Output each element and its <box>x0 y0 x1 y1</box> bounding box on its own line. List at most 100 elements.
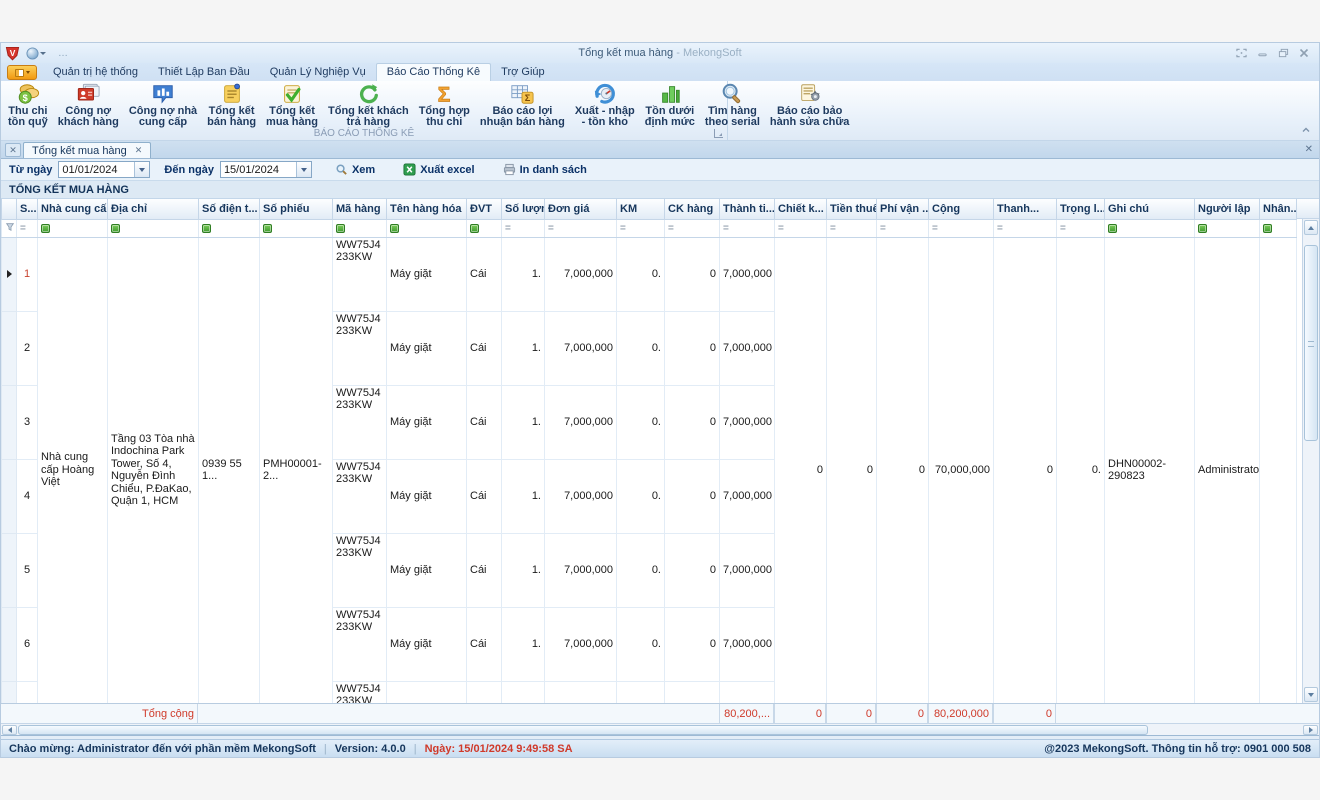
column-header-thanh_toan[interactable]: Thanh... <box>994 199 1057 219</box>
contains-filter-icon[interactable] <box>1108 224 1117 233</box>
fit-window-icon[interactable] <box>1236 48 1247 58</box>
cell-don_gia[interactable]: 7,000,000 <box>545 533 617 607</box>
filter-cell-nguoi_lap[interactable] <box>1195 219 1260 237</box>
filter-cell-so_dien_thoai[interactable] <box>199 219 260 237</box>
cell-ma-hang[interactable]: WW75J4233KW <box>333 607 387 681</box>
vertical-scrollbar[interactable] <box>1302 219 1319 703</box>
contains-filter-icon[interactable] <box>111 224 120 233</box>
scroll-up-button[interactable] <box>1304 220 1318 235</box>
filter-cell-ma_hang[interactable] <box>333 219 387 237</box>
cell-stt[interactable]: 4 <box>17 459 38 533</box>
cell-don_gia[interactable] <box>545 681 617 703</box>
column-header-chiet_khau[interactable]: Chiết k... <box>775 199 827 219</box>
row-indicator[interactable] <box>2 681 17 703</box>
tab-purchase-summary[interactable]: Tổng kết mua hàng ✕ <box>23 142 151 158</box>
from-date-input[interactable] <box>59 162 134 177</box>
contains-filter-icon[interactable] <box>390 224 399 233</box>
column-header-so_dien_thoai[interactable]: Số điện t... <box>199 199 260 219</box>
cell-km[interactable]: 0. <box>617 459 665 533</box>
to-date-input[interactable] <box>221 162 296 177</box>
column-header-cong[interactable]: Cộng <box>929 199 994 219</box>
cell-stt[interactable]: 6 <box>17 607 38 681</box>
cell-thanh_tien[interactable] <box>720 681 775 703</box>
equals-filter-icon[interactable]: = <box>668 223 674 234</box>
cell-ma-hang[interactable]: WW75J4233KW <box>333 459 387 533</box>
contains-filter-icon[interactable] <box>263 224 272 233</box>
cell-so_luong[interactable] <box>502 681 545 703</box>
row-indicator[interactable] <box>2 385 17 459</box>
column-header-ten_hang_hoa[interactable]: Tên hàng hóa <box>387 199 467 219</box>
cell-so_luong[interactable]: 1. <box>502 459 545 533</box>
column-header-don_gia[interactable]: Đơn giá <box>545 199 617 219</box>
equals-filter-icon[interactable]: = <box>505 223 511 234</box>
equals-filter-icon[interactable]: = <box>880 223 886 234</box>
tab-list-close-icon[interactable]: ✕ <box>5 143 21 157</box>
cell-ck_hang[interactable]: 0 <box>665 607 720 681</box>
filter-cell-thanh_toan[interactable]: = <box>994 219 1057 237</box>
column-header-dia_chi[interactable]: Địa chỉ <box>108 199 199 219</box>
cell-ma-hang[interactable]: WW75J4233KW <box>333 237 387 311</box>
cell-dvt[interactable]: Cái <box>467 385 502 459</box>
minimize-button[interactable] <box>1257 48 1268 58</box>
equals-filter-icon[interactable]: = <box>620 223 626 234</box>
column-header-nha_cung_cap[interactable]: Nhà cung cấp <box>38 199 108 219</box>
equals-filter-icon[interactable]: = <box>20 223 26 234</box>
column-header-nguoi_lap[interactable]: Người lập <box>1195 199 1260 219</box>
ribbon-button-0[interactable]: $Thu chitồn quỹ <box>3 81 53 128</box>
cell-km[interactable]: 0. <box>617 237 665 311</box>
dialog-launcher-icon[interactable] <box>714 129 723 138</box>
cell-stt[interactable]: 3 <box>17 385 38 459</box>
horizontal-scrollbar[interactable] <box>1 723 1319 736</box>
user-menu-button[interactable] <box>26 47 46 60</box>
cell-ma-hang[interactable]: WW75J4233KW <box>333 681 387 703</box>
cell-so_luong[interactable]: 1. <box>502 237 545 311</box>
ribbon-collapse-icon[interactable] <box>1301 125 1311 137</box>
filter-cell-nhan_vien[interactable] <box>1260 219 1297 237</box>
filter-cell-km[interactable]: = <box>617 219 665 237</box>
cell-dvt[interactable]: Cái <box>467 533 502 607</box>
equals-filter-icon[interactable]: = <box>830 223 836 234</box>
ribbon-button-10[interactable]: Tìm hàngtheo serial <box>700 81 765 128</box>
cell-nhan_vien[interactable] <box>1260 237 1297 703</box>
filter-cell-nha_cung_cap[interactable] <box>38 219 108 237</box>
to-date-dropdown-button[interactable] <box>296 162 311 177</box>
table-row[interactable]: 1Nhà cung cấp Hoàng ViệtTầng 03 Tòa nhà … <box>2 237 1297 311</box>
cell-dvt[interactable] <box>467 681 502 703</box>
cell-don_gia[interactable]: 7,000,000 <box>545 237 617 311</box>
from-date-dropdown-button[interactable] <box>134 162 149 177</box>
cell-stt[interactable]: 1 <box>17 237 38 311</box>
tab-close-icon[interactable]: ✕ <box>135 145 143 156</box>
cell-ck_hang[interactable]: 0 <box>665 237 720 311</box>
cell-km[interactable]: 0. <box>617 385 665 459</box>
contains-filter-icon[interactable] <box>41 224 50 233</box>
cell-thanh_tien[interactable]: 7,000,000 <box>720 385 775 459</box>
cell-ck_hang[interactable]: 0 <box>665 459 720 533</box>
column-header-tien_thue[interactable]: Tiền thuế <box>827 199 877 219</box>
cell-thanh_tien[interactable]: 7,000,000 <box>720 311 775 385</box>
equals-filter-icon[interactable]: = <box>778 223 784 234</box>
filter-cell-tien_thue[interactable]: = <box>827 219 877 237</box>
restore-button[interactable] <box>1278 48 1289 58</box>
cell-thanh_tien[interactable]: 7,000,000 <box>720 459 775 533</box>
cell-don_gia[interactable]: 7,000,000 <box>545 459 617 533</box>
ribbon-button-7[interactable]: ΣBáo cáo lợinhuận bán hàng <box>475 81 570 128</box>
cell-ten-hang-hoa[interactable] <box>387 681 467 703</box>
scroll-down-button[interactable] <box>1304 687 1318 702</box>
contains-filter-icon[interactable] <box>1198 224 1207 233</box>
export-excel-button[interactable]: Xuất excel <box>396 161 481 178</box>
filter-cell-ck_hang[interactable]: = <box>665 219 720 237</box>
contains-filter-icon[interactable] <box>336 224 345 233</box>
column-header-so_phieu[interactable]: Số phiếu <box>260 199 333 219</box>
column-header-so_luong[interactable]: Số lượng <box>502 199 545 219</box>
cell-cong[interactable]: 70,000,000 <box>929 237 994 703</box>
cell-thanh_toan[interactable]: 0 <box>994 237 1057 703</box>
cell-ma-hang[interactable]: WW75J4233KW <box>333 385 387 459</box>
filter-cell-ten_hang_hoa[interactable] <box>387 219 467 237</box>
filter-cell-so_phieu[interactable] <box>260 219 333 237</box>
filter-cell-chiet_khau[interactable]: = <box>775 219 827 237</box>
filter-cell-don_gia[interactable]: = <box>545 219 617 237</box>
cell-ten-hang-hoa[interactable]: Máy giặt <box>387 607 467 681</box>
filter-cell-dvt[interactable] <box>467 219 502 237</box>
ribbon-button-8[interactable]: Xuất - nhập- tồn kho <box>570 81 640 128</box>
cell-ck_hang[interactable]: 0 <box>665 385 720 459</box>
